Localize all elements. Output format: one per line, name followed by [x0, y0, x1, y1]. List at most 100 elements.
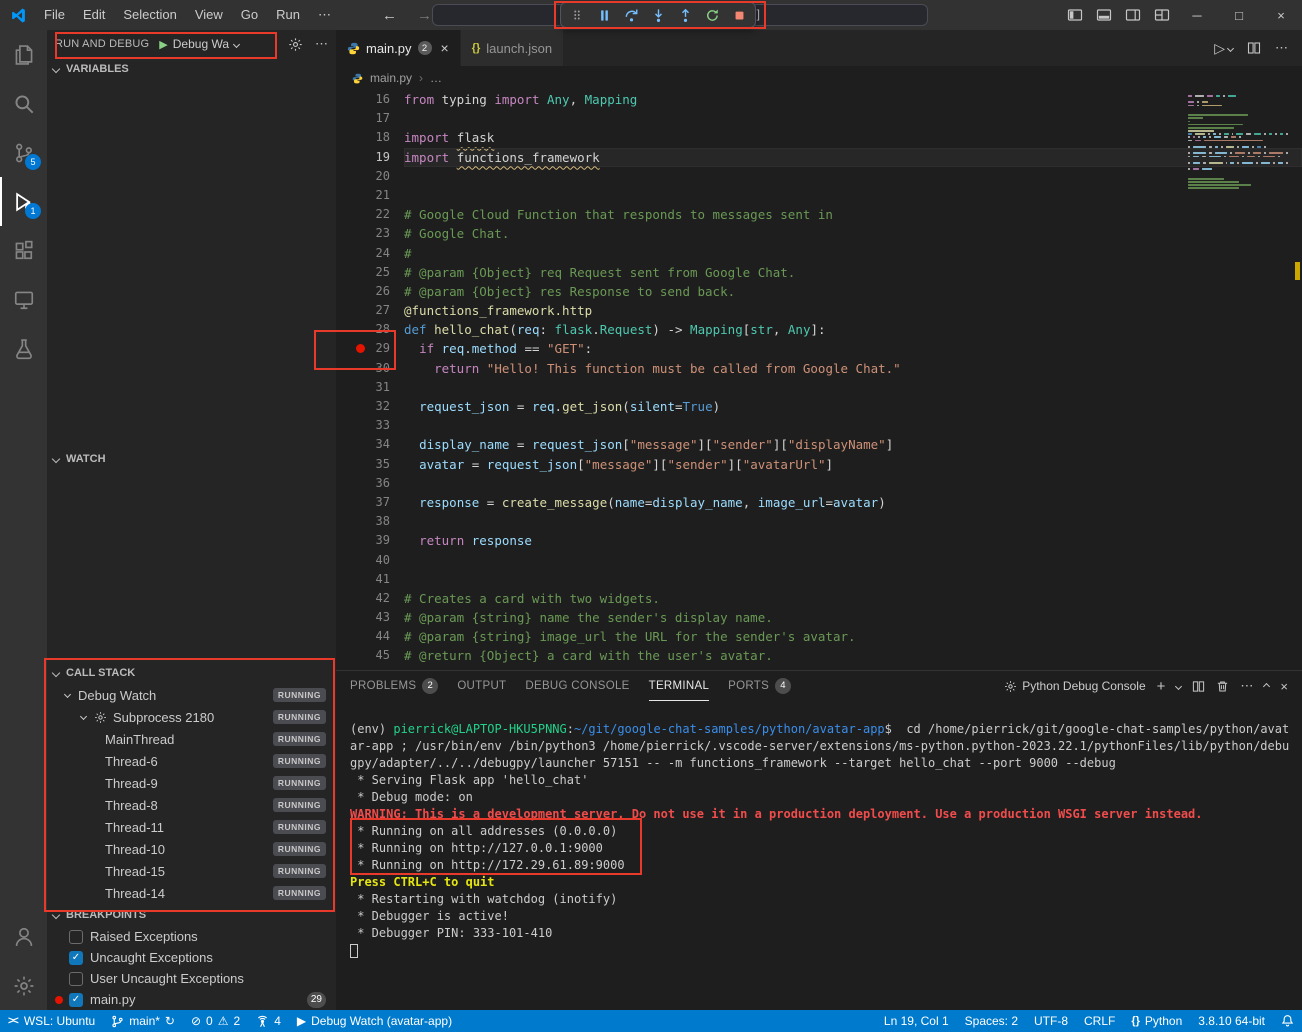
breakpoint-row[interactable]: ✓Uncaught Exceptions — [47, 947, 336, 968]
git-branch[interactable]: main* ↻ — [103, 1010, 183, 1032]
activity-remote-explorer[interactable] — [0, 275, 47, 324]
terminal-profile[interactable]: Python Debug Console — [1004, 679, 1145, 693]
breakpoint-row[interactable]: User Uncaught Exceptions — [47, 968, 336, 989]
checkbox[interactable]: ✓ — [69, 951, 83, 965]
drag-grip-icon[interactable] — [568, 6, 586, 24]
pause-button[interactable] — [595, 6, 613, 24]
code-line[interactable]: 44# @param {string} image_url the URL fo… — [336, 627, 1302, 646]
encoding[interactable]: UTF-8 — [1026, 1014, 1076, 1028]
tab-ports[interactable]: PORTS 4 — [728, 671, 791, 701]
terminal-output[interactable]: (env) pierrick@LAPTOP-HKU5PNNG:~/git/goo… — [336, 701, 1302, 1010]
terminal-dropdown-icon[interactable] — [1175, 682, 1182, 689]
step-out-button[interactable] — [676, 6, 694, 24]
line-gutter[interactable]: 38 — [336, 512, 404, 531]
call-stack-row[interactable]: Thread-10RUNNING — [47, 838, 336, 860]
breadcrumb-symbol[interactable]: … — [430, 71, 442, 85]
call-stack-row[interactable]: Thread-6RUNNING — [47, 750, 336, 772]
tab-debug-console[interactable]: DEBUG CONSOLE — [525, 671, 629, 701]
watch-section-header[interactable]: WATCH — [47, 448, 336, 470]
minimap[interactable] — [1188, 95, 1288, 191]
language-mode[interactable]: {} Python — [1123, 1014, 1190, 1028]
nav-back-icon[interactable]: ← — [382, 7, 397, 24]
breadcrumb[interactable]: main.py › … — [336, 66, 1302, 90]
line-gutter[interactable]: 21 — [336, 186, 404, 205]
code-line[interactable]: 43# @param {string} name the sender's di… — [336, 608, 1302, 627]
line-gutter[interactable]: 16 — [336, 90, 404, 109]
activity-source-control[interactable]: 5 — [0, 128, 47, 177]
editor[interactable]: 16from typing import Any, Mapping1718imp… — [336, 90, 1302, 670]
menu-more[interactable]: ⋯ — [309, 0, 340, 30]
code-line[interactable]: 32 request_json = req.get_json(silent=Tr… — [336, 397, 1302, 416]
checkbox[interactable] — [69, 930, 83, 944]
line-gutter[interactable]: 35 — [336, 455, 404, 474]
eol-selector[interactable]: CRLF — [1076, 1014, 1123, 1028]
activity-run-debug[interactable]: 1 — [0, 177, 47, 226]
line-gutter[interactable]: 30 — [336, 359, 404, 378]
editor-more-icon[interactable]: ⋯ — [1275, 40, 1288, 56]
code-line[interactable]: 41 — [336, 570, 1302, 589]
code-line[interactable]: 31 — [336, 378, 1302, 397]
code-line[interactable]: 30 return "Hello! This function must be … — [336, 359, 1302, 378]
checkbox[interactable] — [69, 972, 83, 986]
customize-layout-icon[interactable] — [1154, 7, 1170, 23]
code-line[interactable]: 38 — [336, 512, 1302, 531]
start-debug-icon[interactable]: ▶ — [159, 38, 167, 51]
debug-config-picker[interactable]: ▶ Debug Wa — [159, 37, 239, 51]
line-gutter[interactable]: 25 — [336, 263, 404, 282]
tab-problems[interactable]: PROBLEMS 2 — [350, 671, 438, 701]
panel-more-icon[interactable]: ⋯ — [1240, 678, 1253, 694]
code-line[interactable]: 35 avatar = request_json["message"]["sen… — [336, 455, 1302, 474]
menu-file[interactable]: File — [35, 0, 74, 30]
line-gutter[interactable]: 42 — [336, 589, 404, 608]
activity-extensions[interactable] — [0, 226, 47, 275]
indentation[interactable]: Spaces: 2 — [957, 1014, 1026, 1028]
code-line[interactable]: 19import functions_framework — [336, 148, 1302, 167]
code-line[interactable]: 26# @param {Object} res Response to send… — [336, 282, 1302, 301]
call-stack-row[interactable]: Thread-11RUNNING — [47, 816, 336, 838]
close-panel-icon[interactable]: × — [1280, 679, 1288, 694]
call-stack-row[interactable]: Thread-8RUNNING — [47, 794, 336, 816]
code-line[interactable]: 23# Google Chat. — [336, 224, 1302, 243]
call-stack-row[interactable]: Debug WatchRUNNING — [47, 684, 336, 706]
breakpoint-dot[interactable] — [356, 344, 365, 353]
code-line[interactable]: 20 — [336, 167, 1302, 186]
tab-output[interactable]: OUTPUT — [457, 671, 506, 701]
code-line[interactable]: 34 display_name = request_json["message"… — [336, 435, 1302, 454]
code-line[interactable]: 22# Google Cloud Function that responds … — [336, 205, 1302, 224]
cursor-position[interactable]: Ln 19, Col 1 — [876, 1014, 957, 1028]
call-stack-row[interactable]: MainThreadRUNNING — [47, 728, 336, 750]
code-line[interactable]: 18import flask — [336, 128, 1302, 147]
line-gutter[interactable]: 22 — [336, 205, 404, 224]
code-line[interactable]: 28def hello_chat(req: flask.Request) -> … — [336, 320, 1302, 339]
menu-run[interactable]: Run — [267, 0, 309, 30]
checkbox[interactable]: ✓ — [69, 993, 83, 1007]
problems-status[interactable]: ⊘ 0 ⚠ 2 — [183, 1010, 248, 1032]
breakpoint-row[interactable]: ✓main.py29 — [47, 989, 336, 1010]
minimize-button[interactable]: ─ — [1176, 0, 1218, 30]
code-line[interactable]: 33 — [336, 416, 1302, 435]
code-line[interactable]: 25# @param {Object} req Request sent fro… — [336, 263, 1302, 282]
remote-indicator[interactable]: >< WSL: Ubuntu — [0, 1010, 103, 1032]
tab-terminal[interactable]: TERMINAL — [649, 671, 710, 701]
code-line[interactable]: 29 if req.method == "GET": — [336, 339, 1302, 358]
line-gutter[interactable]: 24 — [336, 244, 404, 263]
code-line[interactable]: 45# @return {Object} a card with the use… — [336, 646, 1302, 665]
line-gutter[interactable]: 39 — [336, 531, 404, 550]
line-gutter[interactable]: 34 — [336, 435, 404, 454]
activity-testing[interactable] — [0, 324, 47, 373]
gear-icon[interactable] — [288, 37, 303, 52]
tab-main-py[interactable]: main.py 2 × — [336, 30, 461, 66]
code-line[interactable]: 37 response = create_message(name=displa… — [336, 493, 1302, 512]
menu-selection[interactable]: Selection — [114, 0, 185, 30]
activity-settings[interactable] — [0, 961, 47, 1010]
forwarded-ports[interactable]: 4 — [248, 1010, 289, 1032]
split-editor-icon[interactable] — [1247, 41, 1261, 55]
call-stack-row[interactable]: Thread-15RUNNING — [47, 860, 336, 882]
maximize-panel-icon[interactable] — [1263, 682, 1270, 689]
line-gutter[interactable]: 26 — [336, 282, 404, 301]
new-terminal-icon[interactable]: + — [1157, 678, 1166, 695]
nav-forward-icon[interactable]: → — [417, 7, 432, 24]
stop-button[interactable] — [730, 6, 748, 24]
breadcrumb-file[interactable]: main.py — [370, 71, 412, 85]
code-line[interactable]: 36 — [336, 474, 1302, 493]
